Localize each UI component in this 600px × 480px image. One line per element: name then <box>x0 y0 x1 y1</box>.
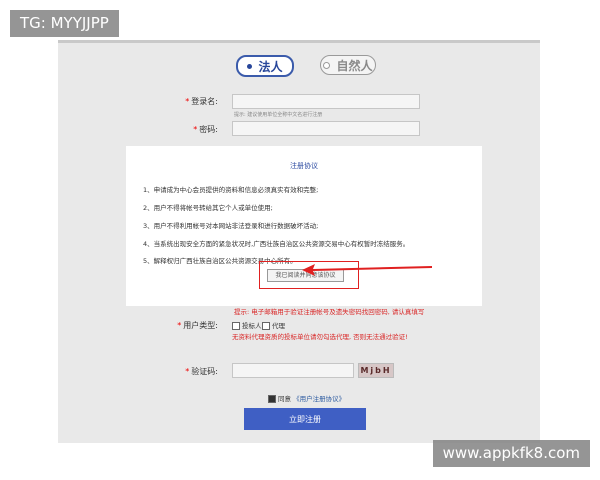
agent-checkbox[interactable] <box>262 322 270 330</box>
agreement-link[interactable]: 《用户注册协议》 <box>293 395 345 403</box>
agreement-item: 2、用户不得将帐号转给其它个人或单位使用; <box>143 204 273 212</box>
login-hint: 提示: 建议使用单位全称中文名进行注册 <box>234 112 323 118</box>
tenderer-option[interactable]: 投标人 <box>232 320 262 330</box>
watermark-top-left: TG: MYYJJPP <box>10 10 119 37</box>
registration-panel: 法人 自然人 * 登录名: 提示: 建议使用单位全称中文名进行注册 * 密码: 提示… <box>58 40 540 443</box>
agreement-modal: 注册协议 1、申请成为中心会员提供的资料和信息必须真实有效和完整; 2、用户不得… <box>126 146 482 306</box>
captcha-input[interactable] <box>232 363 354 378</box>
radio-unselected-icon <box>323 61 331 69</box>
register-button[interactable]: 立即注册 <box>244 408 366 430</box>
agent-warning: 无资料代理资质的投标单位请勿勾选代理, 否则无法通过验证! <box>232 333 408 341</box>
required-mark: * <box>177 321 182 330</box>
required-mark: * <box>185 97 190 106</box>
captcha-label: * 验证码: <box>185 367 218 376</box>
agent-option[interactable]: 代理 <box>262 320 285 330</box>
user-type-legal-person-tab[interactable]: 法人 <box>236 55 294 77</box>
password-input[interactable] <box>232 121 420 136</box>
user-type-label: * 用户类型: <box>177 321 218 330</box>
legal-person-label: 法人 <box>258 59 283 74</box>
login-name-input[interactable] <box>232 94 420 109</box>
agreement-row: 同意 《用户注册协议》 <box>268 393 345 403</box>
login-name-label: * 登录名: <box>185 97 218 106</box>
agreement-item: 1、申请成为中心会员提供的资料和信息必须真实有效和完整; <box>143 186 319 194</box>
agreement-item: 3、用户不得利用帐号对本网站非法登录和进行数据破坏活动; <box>143 222 319 230</box>
required-mark: * <box>185 367 190 376</box>
watermark-bottom-right: www.appkfk8.com <box>432 440 590 467</box>
password-label: * 密码: <box>193 125 218 134</box>
radio-selected-icon <box>247 63 253 69</box>
tenderer-checkbox[interactable] <box>232 322 240 330</box>
captcha-image[interactable]: MjbH <box>358 363 394 378</box>
user-type-natural-person-tab[interactable]: 自然人 <box>320 55 376 75</box>
natural-person-label: 自然人 <box>336 58 373 73</box>
email-hint: 提示: 电子邮箱用于验证注册帐号及遗失密码找回密码, 请认真填写 <box>234 308 425 316</box>
pointer-arrow-icon <box>302 264 432 276</box>
modal-title: 注册协议 <box>290 162 318 170</box>
required-mark: * <box>193 125 198 134</box>
agree-checkbox[interactable] <box>268 395 276 403</box>
agreement-item: 4、当系统出现安全方面的紧急状况时,广西壮族自治区公共资源交易中心有权暂时冻结服… <box>143 240 410 248</box>
